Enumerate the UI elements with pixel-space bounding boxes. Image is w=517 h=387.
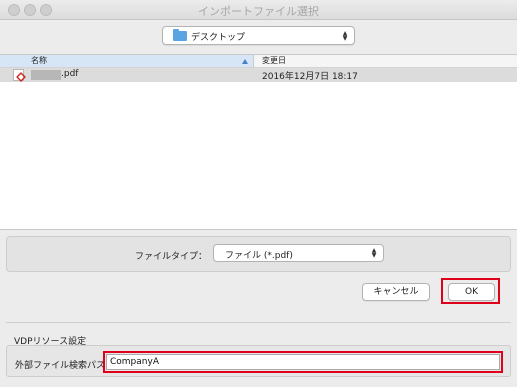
column-header-name[interactable]: 名称 [0,55,254,68]
title-bar: インポートファイル選択 [0,0,517,20]
select-arrows-icon: ▲ ▼ [371,247,377,259]
external-path-input[interactable] [106,354,500,370]
file-type-select[interactable]: ファイル (*.pdf) ▲ ▼ [213,244,384,262]
location-select[interactable]: デスクトップ ▲ ▼ [162,26,355,45]
column-header-name-label: 名称 [31,56,47,65]
vdp-group: 外部ファイル検索パス: [6,345,511,377]
file-row[interactable]: .pdf 2016年12月7日 18:17 [0,68,517,82]
file-list[interactable]: 名称 変更日 .pdf 2016年12月7日 18:17 [0,54,517,230]
file-name: .pdf [61,69,79,79]
window-title: インポートファイル選択 [198,5,319,18]
file-type-value: ファイル (*.pdf) [225,251,293,261]
file-type-panel: ファイルタイプ： ファイル (*.pdf) ▲ ▼ [6,236,511,272]
divider [6,322,511,323]
file-date: 2016年12月7日 18:17 [262,72,358,82]
folder-icon [173,29,187,41]
external-path-label: 外部ファイル検索パス: [15,361,109,371]
file-type-label: ファイルタイプ： [135,252,208,262]
location-label: デスクトップ [191,33,246,43]
pdf-file-icon [13,69,24,81]
redacted-filename [31,70,61,80]
column-header-date[interactable]: 変更日 [254,55,517,68]
select-arrows-icon: ▲ ▼ [342,30,348,42]
ok-button[interactable]: OK [448,283,495,301]
sort-ascending-icon [242,59,248,64]
cancel-button[interactable]: キャンセル [362,283,430,301]
column-header-date-label: 変更日 [262,56,286,65]
